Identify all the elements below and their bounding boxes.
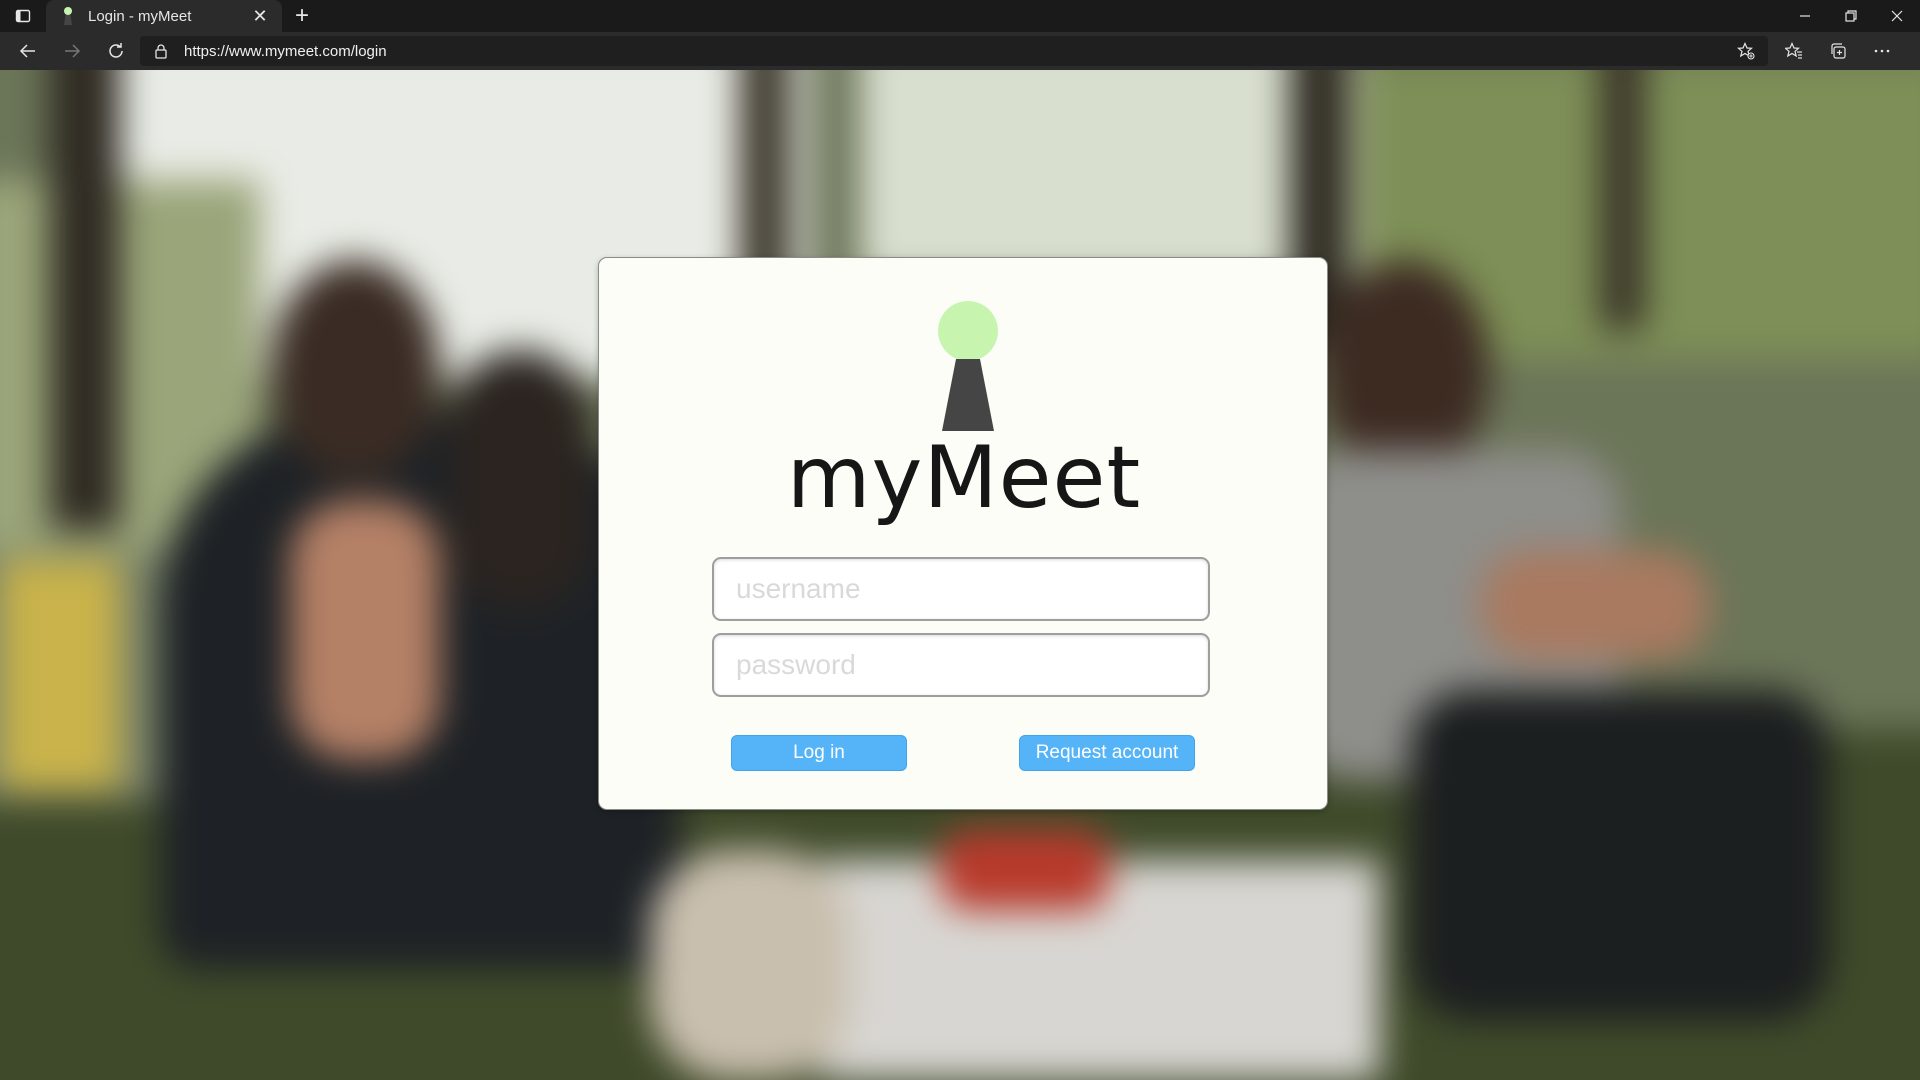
- request-account-button[interactable]: Request account: [1019, 735, 1195, 771]
- forward-button[interactable]: [50, 32, 94, 70]
- mymeet-favicon: [64, 7, 72, 25]
- forward-arrow-icon: [65, 44, 81, 58]
- tab-actions-button[interactable]: [0, 0, 46, 32]
- browser-toolbar: https://www.mymeet.com/login: [0, 32, 1920, 70]
- add-favorite-button[interactable]: [1734, 39, 1758, 63]
- close-window-icon: [1891, 10, 1903, 22]
- password-input[interactable]: [712, 633, 1210, 697]
- favorites-button[interactable]: [1772, 32, 1816, 70]
- collections-icon: [1831, 43, 1846, 59]
- restore-button[interactable]: [1828, 0, 1874, 32]
- tab-actions-icon: [15, 9, 31, 23]
- browser-titlebar: Login - myMeet ✕ +: [0, 0, 1920, 32]
- more-icon: [1874, 49, 1890, 53]
- tab-close-button[interactable]: ✕: [248, 4, 272, 28]
- address-url[interactable]: https://www.mymeet.com/login: [184, 43, 1734, 60]
- back-button[interactable]: [6, 32, 50, 70]
- collections-button[interactable]: [1816, 32, 1860, 70]
- username-input[interactable]: [712, 557, 1210, 621]
- new-tab-button[interactable]: +: [282, 0, 322, 32]
- login-card: myMeet Log in Request account: [598, 257, 1328, 810]
- restore-icon: [1845, 10, 1857, 22]
- mymeet-logo-icon: [938, 301, 998, 431]
- reload-icon: [109, 43, 123, 58]
- address-bar[interactable]: https://www.mymeet.com/login: [140, 36, 1768, 66]
- back-arrow-icon: [19, 44, 35, 58]
- minimize-button[interactable]: [1782, 0, 1828, 32]
- close-window-button[interactable]: [1874, 0, 1920, 32]
- reload-button[interactable]: [94, 32, 138, 70]
- brand-title: myMeet: [786, 428, 1142, 528]
- add-favorite-icon: [1737, 42, 1755, 60]
- tab-title: Login - myMeet: [88, 7, 192, 25]
- page-viewport: myMeet Log in Request account: [0, 70, 1920, 1080]
- lock-icon[interactable]: [154, 42, 172, 60]
- browser-tab[interactable]: Login - myMeet ✕: [46, 0, 282, 32]
- minimize-icon: [1800, 15, 1810, 17]
- more-button[interactable]: [1860, 32, 1904, 70]
- favorites-icon: [1785, 42, 1802, 59]
- login-button[interactable]: Log in: [731, 735, 907, 771]
